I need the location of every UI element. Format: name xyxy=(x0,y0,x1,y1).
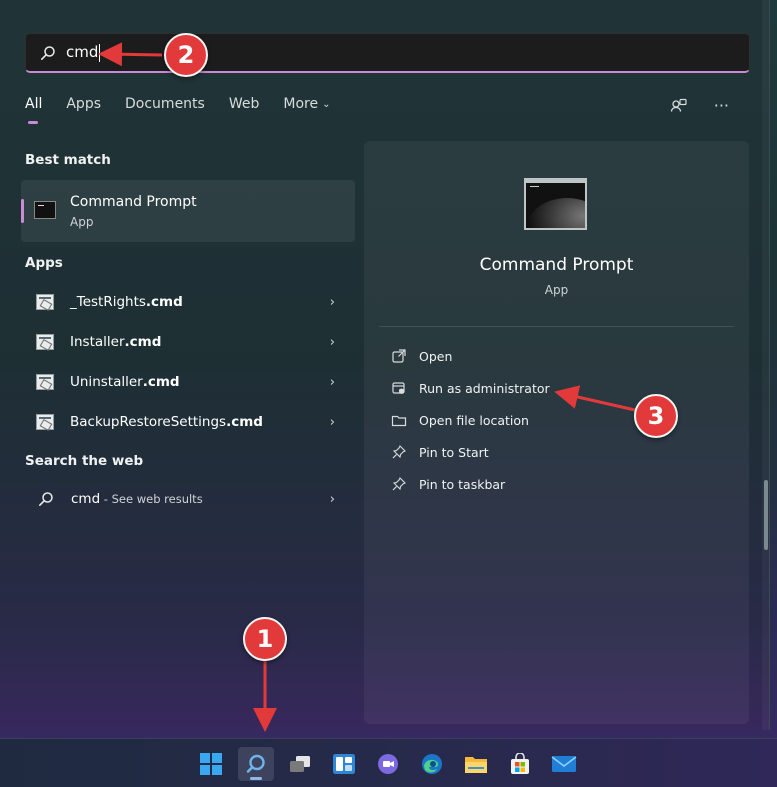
section-best-match: Best match xyxy=(25,152,111,168)
app-item-installer[interactable]: Installer.cmd › xyxy=(21,324,355,360)
chevron-right-icon[interactable]: › xyxy=(330,375,335,390)
action-label: Open file location xyxy=(419,412,529,428)
annotation-badge-1: 1 xyxy=(243,617,287,661)
best-match-title: Command Prompt xyxy=(70,194,197,210)
section-apps: Apps xyxy=(25,255,63,271)
search-box[interactable]: cmd xyxy=(25,33,750,73)
app-item-label: BackupRestoreSettings.cmd xyxy=(70,414,263,430)
chevron-right-icon[interactable]: › xyxy=(330,492,335,507)
action-open-file-location[interactable]: Open file location xyxy=(390,410,529,430)
file-explorer-folder-icon xyxy=(465,757,487,773)
taskbar-edge-button[interactable] xyxy=(414,747,450,781)
windows-logo-icon xyxy=(200,753,222,775)
app-item-label: Uninstaller.cmd xyxy=(70,374,180,390)
search-input[interactable]: cmd xyxy=(66,43,101,62)
action-label: Run as administrator xyxy=(419,380,550,396)
action-label: Pin to taskbar xyxy=(419,476,506,492)
app-item-label: _TestRights.cmd xyxy=(70,294,183,310)
web-search-item[interactable]: cmd - See web results › xyxy=(21,481,355,517)
filter-tabs: All Apps Documents Web More ⌄ xyxy=(25,96,354,124)
annotation-badge-3: 3 xyxy=(634,394,678,438)
pin-icon xyxy=(392,477,406,491)
top-right-icons: ··· xyxy=(670,96,729,115)
open-external-icon xyxy=(392,349,406,363)
chevron-right-icon[interactable]: › xyxy=(330,295,335,310)
divider xyxy=(379,326,734,327)
more-options-icon[interactable]: ··· xyxy=(714,96,729,115)
pin-icon xyxy=(392,445,406,459)
start-search-window: cmd All Apps Documents Web More ⌄ ··· Bes… xyxy=(0,0,770,730)
web-search-label: cmd - See web results xyxy=(71,491,203,507)
app-item-backuprestoresettings[interactable]: BackupRestoreSettings.cmd › xyxy=(21,404,355,440)
action-label: Pin to Start xyxy=(419,444,489,460)
app-item-label: Installer.cmd xyxy=(70,334,162,350)
preview-pane: Command Prompt App Open Run as administr… xyxy=(364,141,749,724)
action-label: Open xyxy=(419,348,453,364)
chevron-right-icon[interactable]: › xyxy=(330,335,335,350)
tab-documents[interactable]: Documents xyxy=(125,96,205,112)
taskbar-start-button[interactable] xyxy=(193,747,229,781)
taskbar-widgets-button[interactable] xyxy=(326,747,362,781)
annotation-badge-2: 2 xyxy=(164,33,208,77)
account-switch-icon[interactable] xyxy=(670,97,688,115)
command-prompt-large-icon xyxy=(524,178,587,230)
tab-more[interactable]: More ⌄ xyxy=(283,96,330,112)
search-icon xyxy=(246,754,265,773)
taskbar-task-view-button[interactable] xyxy=(282,747,318,781)
microsoft-store-icon xyxy=(511,753,529,774)
folder-icon xyxy=(391,415,407,427)
tab-apps[interactable]: Apps xyxy=(66,96,101,112)
preview-title: Command Prompt xyxy=(479,255,634,275)
widgets-icon xyxy=(333,754,355,774)
cmd-file-icon xyxy=(36,294,54,310)
teams-chat-icon xyxy=(378,754,398,774)
cmd-file-icon xyxy=(36,374,54,390)
action-run-as-administrator[interactable]: Run as administrator xyxy=(390,378,550,398)
taskbar-search-button[interactable] xyxy=(238,747,274,781)
tab-web[interactable]: Web xyxy=(229,96,260,112)
scrollbar-thumb[interactable] xyxy=(764,480,768,550)
mail-envelope-icon xyxy=(551,756,577,772)
edge-browser-icon xyxy=(422,754,442,774)
taskbar-chat-button[interactable] xyxy=(370,747,406,781)
taskbar-store-button[interactable] xyxy=(502,747,538,781)
action-pin-to-start[interactable]: Pin to Start xyxy=(390,442,489,462)
taskbar-mail-button[interactable] xyxy=(546,747,582,781)
app-item-uninstaller[interactable]: Uninstaller.cmd › xyxy=(21,364,355,400)
taskbar-file-explorer-button[interactable] xyxy=(458,747,494,781)
cmd-file-icon xyxy=(36,334,54,350)
tab-all[interactable]: All xyxy=(25,96,42,124)
search-icon xyxy=(38,492,53,506)
best-match-item[interactable]: Command Prompt App xyxy=(21,180,355,242)
section-search-web: Search the web xyxy=(25,453,144,469)
command-prompt-icon xyxy=(34,201,56,219)
taskbar xyxy=(0,738,777,787)
chevron-right-icon[interactable]: › xyxy=(330,415,335,430)
app-item-testrights[interactable]: _TestRights.cmd › xyxy=(21,284,355,320)
preview-subtitle: App xyxy=(544,283,569,297)
cmd-file-icon xyxy=(36,414,54,430)
chevron-down-icon: ⌄ xyxy=(322,98,331,110)
scrollbar[interactable] xyxy=(762,0,769,730)
action-open[interactable]: Open xyxy=(390,346,452,366)
shield-admin-icon xyxy=(392,382,405,394)
selection-indicator xyxy=(21,199,24,223)
search-icon xyxy=(40,45,55,60)
best-match-subtitle: App xyxy=(70,215,94,229)
task-view-icon xyxy=(290,756,310,772)
action-pin-to-taskbar[interactable]: Pin to taskbar xyxy=(390,474,505,494)
